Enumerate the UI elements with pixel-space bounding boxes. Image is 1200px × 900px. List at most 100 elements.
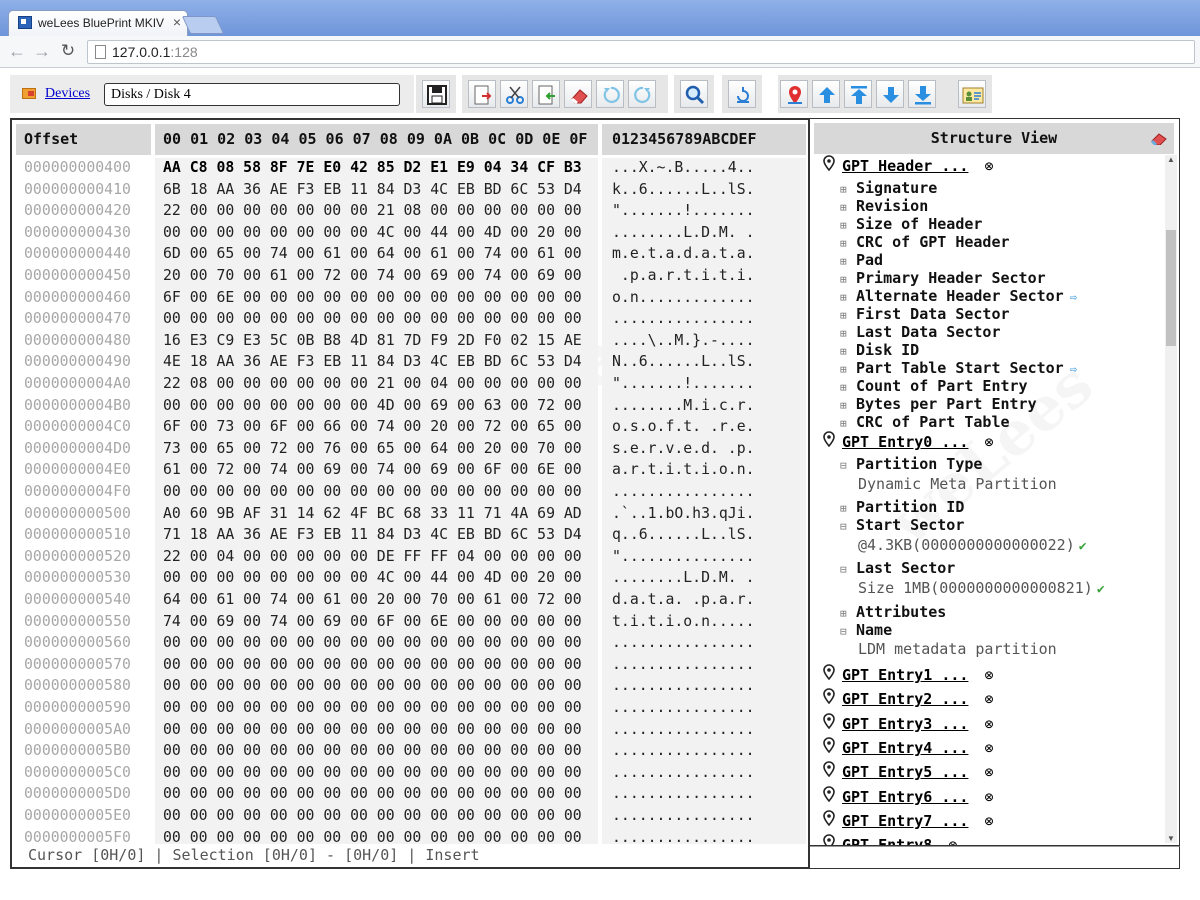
row-ascii[interactable]: ................ xyxy=(612,697,755,719)
header-field[interactable]: ⊞ First Data Sector xyxy=(840,305,1010,323)
row-bytes[interactable]: 6D 00 65 00 74 00 61 00 64 00 61 00 74 0… xyxy=(163,243,582,265)
row-ascii[interactable]: ................ xyxy=(612,675,755,697)
row-ascii[interactable]: "............... xyxy=(612,546,755,568)
expand-icon[interactable]: ⊞ xyxy=(840,417,856,430)
hex-row[interactable]: 0000000004B0 00 00 00 00 00 00 00 00 4D 0… xyxy=(16,395,806,417)
expand-icon[interactable]: ⊞ xyxy=(840,381,856,394)
jump-arrow-icon[interactable]: ⇨ xyxy=(1070,362,1077,376)
gpt-entry0-node[interactable]: GPT Entry0 ... ⊗ xyxy=(822,431,993,451)
scroll-down-arrow-icon[interactable]: ▼ xyxy=(1165,834,1177,843)
gpt-entry-node[interactable]: GPT Entry1 ... ⊗ xyxy=(822,664,993,684)
hex-row[interactable]: 000000000580 00 00 00 00 00 00 00 00 00 0… xyxy=(16,675,806,697)
collapse-icon[interactable]: ⊟ xyxy=(840,563,856,576)
close-node-icon[interactable]: ⊗ xyxy=(984,715,993,733)
hex-row[interactable]: 000000000590 00 00 00 00 00 00 00 00 00 0… xyxy=(16,697,806,719)
gpt-entry-label[interactable]: GPT Entry3 ... xyxy=(842,715,968,733)
hex-row[interactable]: 0000000004C0 6F 00 73 00 6F 00 66 00 74 0… xyxy=(16,416,806,438)
row-bytes[interactable]: 73 00 65 00 72 00 76 00 65 00 64 00 20 0… xyxy=(163,438,582,460)
expand-icon[interactable]: ⊞ xyxy=(840,201,856,214)
row-bytes[interactable]: 22 00 04 00 00 00 00 00 DE FF FF 04 00 0… xyxy=(163,546,582,568)
gpt-entry-node[interactable]: GPT Entry7 ... ⊗ xyxy=(822,810,993,830)
row-bytes[interactable]: 22 08 00 00 00 00 00 00 21 00 04 00 00 0… xyxy=(163,373,582,395)
path-input[interactable] xyxy=(104,83,400,106)
header-field[interactable]: ⊞ Last Data Sector xyxy=(840,323,1001,341)
goto-offset-button[interactable] xyxy=(728,80,756,108)
row-bytes[interactable]: 00 00 00 00 00 00 00 00 00 00 00 00 00 0… xyxy=(163,762,582,784)
attributes-field[interactable]: ⊞ Attributes xyxy=(840,603,946,621)
hex-row[interactable]: 000000000410 6B 18 AA 36 AE F3 EB 11 84 D… xyxy=(16,179,806,201)
close-node-icon[interactable]: ⊗ xyxy=(984,157,993,175)
hex-row[interactable]: 0000000005D0 00 00 00 00 00 00 00 00 00 0… xyxy=(16,783,806,805)
header-field[interactable]: ⊞ Signature xyxy=(840,179,937,197)
row-ascii[interactable]: ................ xyxy=(612,654,755,676)
row-ascii[interactable]: a.r.t.i.t.i.o.n. xyxy=(612,459,755,481)
hex-row[interactable]: 000000000460 6F 00 6E 00 00 00 00 00 00 0… xyxy=(16,287,806,309)
hex-row[interactable]: 000000000450 20 00 70 00 61 00 72 00 74 0… xyxy=(16,265,806,287)
row-ascii[interactable]: ....\..M.}.-.... xyxy=(612,330,755,352)
row-bytes[interactable]: 00 00 00 00 00 00 00 00 00 00 00 00 00 0… xyxy=(163,783,582,805)
hex-row[interactable]: 000000000490 4E 18 AA 36 AE F3 EB 11 84 D… xyxy=(16,351,806,373)
row-ascii[interactable]: ................ xyxy=(612,740,755,762)
row-bytes[interactable]: A0 60 9B AF 31 14 62 4F BC 68 33 11 71 4… xyxy=(163,503,582,525)
import-button[interactable] xyxy=(532,80,560,108)
row-bytes[interactable]: 6F 00 6E 00 00 00 00 00 00 00 00 00 00 0… xyxy=(163,287,582,309)
expand-icon[interactable]: ⊞ xyxy=(840,183,856,196)
header-field[interactable]: ⊞ Pad xyxy=(840,251,883,269)
header-field[interactable]: ⊞ Primary Header Sector xyxy=(840,269,1046,287)
row-bytes[interactable]: 4E 18 AA 36 AE F3 EB 11 84 D3 4C EB BD 6… xyxy=(163,351,582,373)
expand-icon[interactable]: ⊞ xyxy=(840,219,856,232)
row-bytes[interactable]: 6F 00 73 00 6F 00 66 00 74 00 20 00 72 0… xyxy=(163,416,582,438)
header-field[interactable]: ⊞ Disk ID xyxy=(840,341,919,359)
row-ascii[interactable]: ........M.i.c.r. xyxy=(612,395,755,417)
partition-id-field[interactable]: ⊞ Partition ID xyxy=(840,498,964,516)
scroll-up-arrow-icon[interactable]: ▲ xyxy=(1165,155,1177,164)
expand-icon[interactable]: ⊞ xyxy=(840,502,856,515)
redo-button[interactable] xyxy=(628,80,656,108)
row-ascii[interactable]: ................ xyxy=(612,308,755,330)
close-node-icon[interactable]: ⊗ xyxy=(984,739,993,757)
structure-scrollbar[interactable]: ▲ ▼ xyxy=(1165,155,1177,843)
header-field[interactable]: ⊞ Revision xyxy=(840,197,928,215)
hex-row[interactable]: 000000000480 16 E3 C9 E3 5C 0B B8 4D 81 7… xyxy=(16,330,806,352)
expand-icon[interactable]: ⊞ xyxy=(840,273,856,286)
save-button[interactable] xyxy=(422,80,450,108)
row-ascii[interactable]: ........L.D.M. . xyxy=(612,222,755,244)
gpt-header-label[interactable]: GPT Header ... xyxy=(842,157,968,175)
hex-row[interactable]: 000000000550 74 00 69 00 74 00 69 00 6F 0… xyxy=(16,611,806,633)
undo-button[interactable] xyxy=(596,80,624,108)
clear-structure-icon[interactable] xyxy=(1150,131,1168,145)
row-ascii[interactable]: ................ xyxy=(612,632,755,654)
gpt-entry-node[interactable]: GPT Entry8 ⊗ xyxy=(822,834,957,845)
row-bytes[interactable]: 00 00 00 00 00 00 00 00 00 00 00 00 00 0… xyxy=(163,697,582,719)
hex-row[interactable]: 0000000005E0 00 00 00 00 00 00 00 00 00 0… xyxy=(16,805,806,827)
row-ascii[interactable]: t.i.t.i.o.n..... xyxy=(612,611,755,633)
reload-icon[interactable]: ↻ xyxy=(57,39,79,63)
row-bytes[interactable]: 00 00 00 00 00 00 00 00 00 00 00 00 00 0… xyxy=(163,654,582,676)
hex-row[interactable]: 000000000430 00 00 00 00 00 00 00 00 4C 0… xyxy=(16,222,806,244)
row-bytes[interactable]: 00 00 00 00 00 00 00 00 4C 00 44 00 4D 0… xyxy=(163,567,582,589)
header-field[interactable]: ⊞ CRC of Part Table xyxy=(840,413,1010,431)
next-button[interactable] xyxy=(876,80,904,108)
gpt-entry-label[interactable]: GPT Entry8 xyxy=(842,836,932,845)
header-field[interactable]: ⊞ CRC of GPT Header xyxy=(840,233,1010,251)
row-bytes[interactable]: 6B 18 AA 36 AE F3 EB 11 84 D3 4C EB BD 6… xyxy=(163,179,582,201)
expand-icon[interactable]: ⊞ xyxy=(840,309,856,322)
expand-icon[interactable]: ⊞ xyxy=(840,363,856,376)
row-ascii[interactable]: q..6......L..lS. xyxy=(612,524,755,546)
tab-close-button[interactable]: × xyxy=(173,14,181,30)
hex-row[interactable]: 000000000510 71 18 AA 36 AE F3 EB 11 84 D… xyxy=(16,524,806,546)
row-bytes[interactable]: 00 00 00 00 00 00 00 00 00 00 00 00 00 0… xyxy=(163,805,582,827)
row-bytes[interactable]: 00 00 00 00 00 00 00 00 4D 00 69 00 63 0… xyxy=(163,395,582,417)
hex-row[interactable]: 000000000570 00 00 00 00 00 00 00 00 00 0… xyxy=(16,654,806,676)
gpt-entry-label[interactable]: GPT Entry1 ... xyxy=(842,666,968,684)
row-bytes[interactable]: 00 00 00 00 00 00 00 00 00 00 00 00 00 0… xyxy=(163,719,582,741)
hex-row[interactable]: 0000000004F0 00 00 00 00 00 00 00 00 00 0… xyxy=(16,481,806,503)
gpt-entry-node[interactable]: GPT Entry6 ... ⊗ xyxy=(822,785,993,806)
row-bytes[interactable]: AA C8 08 58 8F 7E E0 42 85 D2 E1 E9 04 3… xyxy=(163,157,582,179)
cut-button[interactable] xyxy=(500,80,528,108)
row-ascii[interactable]: .p.a.r.t.i.t.i. xyxy=(612,265,755,287)
hex-row[interactable]: 000000000560 00 00 00 00 00 00 00 00 00 0… xyxy=(16,632,806,654)
expand-icon[interactable]: ⊞ xyxy=(840,345,856,358)
expand-icon[interactable]: ⊞ xyxy=(840,237,856,250)
expand-icon[interactable]: ⊞ xyxy=(840,399,856,412)
